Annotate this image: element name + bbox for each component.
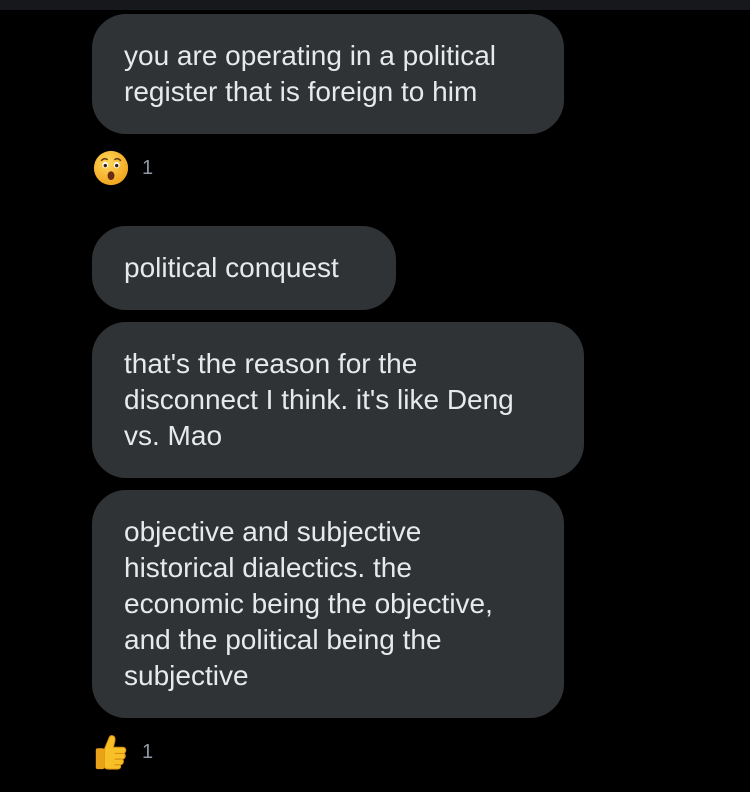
reaction-chip[interactable]: 1 bbox=[92, 732, 153, 772]
reaction-chip[interactable]: 1 bbox=[92, 148, 153, 188]
message-bubble[interactable]: political conquest bbox=[92, 226, 396, 310]
thumbs-up-icon bbox=[95, 735, 127, 770]
reaction-count: 1 bbox=[142, 740, 154, 763]
message-bubble[interactable]: that's the reason for the disconnect I t… bbox=[92, 322, 584, 478]
reaction-count: 1 bbox=[142, 156, 154, 179]
message-bubble[interactable]: objective and subjective historical dial… bbox=[92, 490, 564, 718]
top-header-edge bbox=[0, 0, 750, 10]
message-bubble[interactable]: you are operating in a political registe… bbox=[92, 14, 564, 134]
astonished-face-icon bbox=[93, 150, 129, 186]
